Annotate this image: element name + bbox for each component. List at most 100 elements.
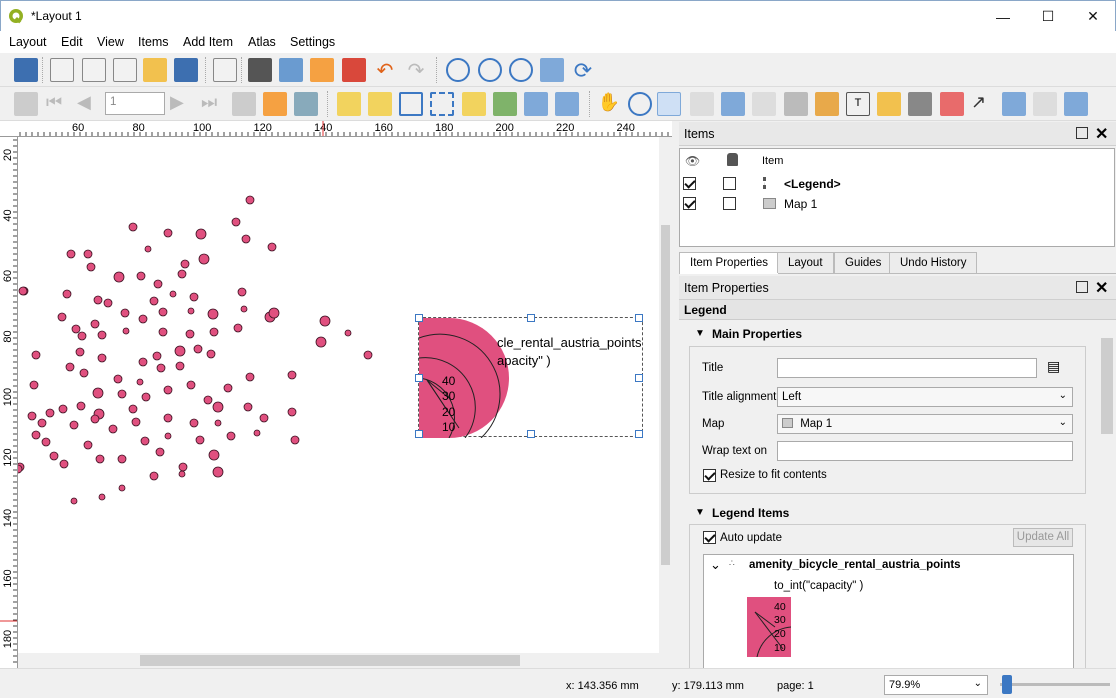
close-button[interactable]: ✕ bbox=[1070, 1, 1116, 32]
canvas-legend-item[interactable]: cle_rental_austria_points apacity" ) 40 … bbox=[415, 314, 643, 438]
lock-items-icon[interactable] bbox=[337, 92, 361, 116]
minimize-button[interactable]: — bbox=[980, 1, 1026, 32]
tree-layer-label[interactable]: amenity_bicycle_rental_austria_points bbox=[749, 559, 961, 571]
tab-guides[interactable]: Guides bbox=[834, 252, 893, 273]
new-layout-icon[interactable] bbox=[50, 58, 74, 82]
maximize-button[interactable]: ☐ bbox=[1025, 1, 1071, 32]
resize-to-fit-checkbox[interactable] bbox=[703, 469, 716, 482]
map-select[interactable]: Map 1 ⌄ bbox=[777, 414, 1073, 434]
resize-handle[interactable] bbox=[415, 430, 423, 438]
distribute-items-icon[interactable] bbox=[524, 92, 548, 116]
main-properties-header[interactable]: Main Properties bbox=[712, 327, 802, 341]
ungroup-icon[interactable] bbox=[430, 92, 454, 116]
pan-icon[interactable]: ✋ bbox=[597, 92, 621, 116]
legend-items-collapse-icon[interactable]: ▼ bbox=[695, 507, 705, 518]
first-feature-icon[interactable]: ⏮ bbox=[46, 92, 70, 116]
main-properties-collapse-icon[interactable]: ▼ bbox=[695, 328, 705, 339]
title-alignment-select[interactable]: Left ⌄ bbox=[777, 387, 1073, 407]
zoom-tool-icon[interactable] bbox=[628, 92, 652, 116]
atlas-preview-icon[interactable] bbox=[14, 92, 38, 116]
edit-nodes-icon[interactable] bbox=[721, 92, 745, 116]
save-icon[interactable] bbox=[14, 58, 38, 82]
tab-undo-history[interactable]: Undo History bbox=[889, 252, 978, 273]
canvas-vertical-scrollbar[interactable] bbox=[659, 137, 672, 653]
close-panel-icon[interactable]: ✕ bbox=[1095, 278, 1108, 298]
float-panel-icon[interactable] bbox=[1076, 127, 1088, 139]
undo-icon[interactable]: ↶ bbox=[373, 58, 397, 82]
export-atlas-icon[interactable] bbox=[263, 92, 287, 116]
prev-feature-icon[interactable]: ◀ bbox=[77, 92, 101, 116]
resize-items-icon[interactable] bbox=[555, 92, 579, 116]
float-panel-icon[interactable] bbox=[1076, 281, 1088, 293]
resize-handle[interactable] bbox=[635, 374, 643, 382]
resize-handle[interactable] bbox=[527, 314, 535, 322]
chevron-down-icon[interactable]: ⌄ bbox=[710, 557, 721, 573]
item-row-legend[interactable]: <Legend> bbox=[680, 173, 1114, 193]
zoom-out-icon[interactable] bbox=[478, 58, 502, 82]
last-feature-icon[interactable]: ⏭ bbox=[201, 92, 225, 116]
atlas-page-select[interactable]: 1 bbox=[105, 92, 165, 115]
group-icon[interactable] bbox=[399, 92, 423, 116]
resize-handle[interactable] bbox=[415, 374, 423, 382]
add-scalebar-icon[interactable] bbox=[908, 92, 932, 116]
add-node-item-icon[interactable] bbox=[1002, 92, 1026, 116]
export-svg-icon[interactable] bbox=[310, 58, 334, 82]
duplicate-layout-icon[interactable] bbox=[82, 58, 106, 82]
open-folder-icon[interactable] bbox=[143, 58, 167, 82]
redo-icon[interactable]: ↷ bbox=[404, 58, 428, 82]
menu-items[interactable]: Items bbox=[138, 35, 169, 49]
export-image-icon[interactable] bbox=[279, 58, 303, 82]
auto-update-checkbox[interactable] bbox=[703, 531, 716, 544]
resize-handle[interactable] bbox=[527, 430, 535, 438]
map-lock-checkbox[interactable] bbox=[723, 197, 736, 210]
resize-handle[interactable] bbox=[415, 314, 423, 322]
add-arrow-icon[interactable]: ↗ bbox=[971, 92, 995, 116]
add-3d-map-icon[interactable] bbox=[784, 92, 808, 116]
align-items-icon[interactable] bbox=[493, 92, 517, 116]
item-row-map[interactable]: Map 1 bbox=[680, 193, 1114, 213]
items-tree[interactable]: 👁 Item <Legend> Map 1 bbox=[679, 148, 1115, 247]
update-all-button[interactable]: Update All bbox=[1013, 528, 1073, 547]
legend-items-tree[interactable]: ⌄ ∴ amenity_bicycle_rental_austria_point… bbox=[703, 554, 1074, 668]
menu-settings[interactable]: Settings bbox=[290, 35, 335, 49]
menu-view[interactable]: View bbox=[97, 35, 124, 49]
zoom-actual-icon[interactable] bbox=[509, 58, 533, 82]
atlas-settings-icon[interactable] bbox=[294, 92, 318, 116]
title-input[interactable] bbox=[777, 358, 1037, 378]
page-setup-icon[interactable] bbox=[213, 58, 237, 82]
add-html-icon[interactable] bbox=[1033, 92, 1057, 116]
add-map-icon[interactable] bbox=[752, 92, 776, 116]
canvas-horizontal-scrollbar[interactable] bbox=[18, 653, 659, 668]
menu-add-item[interactable]: Add Item bbox=[183, 35, 233, 49]
hscroll-thumb[interactable] bbox=[140, 655, 520, 666]
properties-scroll-thumb[interactable] bbox=[1101, 338, 1113, 434]
print-icon[interactable] bbox=[248, 58, 272, 82]
add-picture-icon[interactable] bbox=[815, 92, 839, 116]
unlock-items-icon[interactable] bbox=[368, 92, 392, 116]
zoom-full-icon[interactable] bbox=[540, 58, 564, 82]
add-label-icon[interactable]: T bbox=[846, 92, 870, 116]
zoom-in-icon[interactable] bbox=[446, 58, 470, 82]
resize-handle[interactable] bbox=[635, 430, 643, 438]
export-pdf-icon[interactable] bbox=[342, 58, 366, 82]
wrap-text-input[interactable] bbox=[777, 441, 1073, 461]
zoom-slider-handle[interactable] bbox=[1002, 675, 1012, 694]
legend-items-header[interactable]: Legend Items bbox=[712, 506, 789, 520]
vscroll-thumb[interactable] bbox=[661, 225, 670, 565]
raise-items-icon[interactable] bbox=[462, 92, 486, 116]
add-shape-icon[interactable] bbox=[940, 92, 964, 116]
properties-scrollbar[interactable] bbox=[1100, 320, 1114, 668]
tab-layout[interactable]: Layout bbox=[777, 252, 834, 273]
print-atlas-icon[interactable] bbox=[232, 92, 256, 116]
resize-handle[interactable] bbox=[635, 314, 643, 322]
select-move-icon[interactable] bbox=[657, 92, 681, 116]
menu-atlas[interactable]: Atlas bbox=[248, 35, 276, 49]
layout-canvas[interactable]: cle_rental_austria_points apacity" ) 40 … bbox=[18, 137, 659, 653]
zoom-select[interactable]: 79.9% ⌄ bbox=[884, 675, 988, 695]
move-content-icon[interactable] bbox=[690, 92, 714, 116]
menu-layout[interactable]: Layout bbox=[9, 35, 47, 49]
close-panel-icon[interactable]: ✕ bbox=[1095, 124, 1108, 144]
add-table-icon[interactable] bbox=[1064, 92, 1088, 116]
menu-edit[interactable]: Edit bbox=[61, 35, 83, 49]
save-template-icon[interactable] bbox=[174, 58, 198, 82]
